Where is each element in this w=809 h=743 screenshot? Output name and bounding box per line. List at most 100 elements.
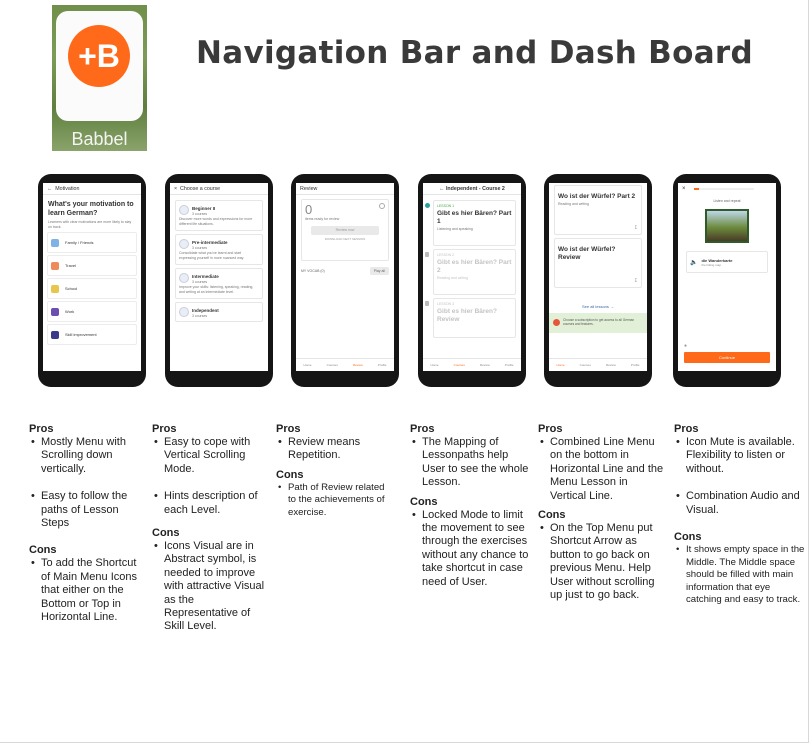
tab-courses[interactable]: Courses	[327, 363, 338, 367]
review-count: 0	[305, 202, 313, 217]
tab-profile[interactable]: Profile	[631, 363, 640, 367]
pros-heading: Pros	[152, 423, 177, 435]
close-icon[interactable]: ×	[682, 186, 686, 192]
pros-heading: Pros	[410, 423, 435, 435]
cons-heading: Cons	[29, 544, 57, 557]
slide: +B Babbel Navigation Bar and Dash Board …	[0, 0, 809, 743]
level-badge-icon	[179, 307, 189, 317]
lesson-title: Wo ist der Würfel? Review	[558, 246, 616, 261]
review-caption: items ready for review	[305, 217, 340, 221]
arrow-right-icon: →	[610, 304, 615, 309]
motivation-heading: What's your motivation to learn German?	[48, 201, 134, 217]
tab-review[interactable]: Review	[606, 363, 616, 367]
play-all-button[interactable]: Play all	[369, 267, 389, 275]
pros-heading: Pros	[29, 423, 54, 435]
motivation-title: Motivation	[55, 186, 80, 192]
bottom-tab-bar: Home Courses Review Profile	[423, 358, 521, 371]
level-badge-icon	[179, 205, 189, 215]
cons-list: To add the Shortcut of Main Menu Icons t…	[29, 557, 139, 624]
cons-list: Path of Review related to the achievemen…	[276, 482, 390, 520]
pros-list: Icon Mute is available. Flexibility to l…	[674, 436, 807, 517]
option-family[interactable]: Family / Friends	[47, 232, 137, 253]
level-name: Intermediate	[192, 274, 219, 279]
pros-list: Mostly Menu with Scrolling down vertical…	[29, 436, 139, 530]
level-card[interactable]: Intermediate 3 courses Improve your skill…	[175, 268, 263, 299]
lesson-sub: Listening and speaking	[437, 226, 473, 231]
promo-illustration-icon	[553, 319, 560, 326]
download-session-link[interactable]: DOWNLOAD NEXT SESSION	[305, 237, 385, 241]
back-arrow-icon[interactable]: ←	[47, 186, 52, 192]
exercise-prompt: Listen and repeat	[713, 199, 741, 203]
bottom-tab-bar: Home Courses Review Profile	[549, 358, 647, 371]
back-arrow-icon[interactable]: ←	[439, 186, 444, 192]
continue-button[interactable]: Continue	[684, 352, 770, 363]
vocabulary-picture	[705, 209, 749, 243]
review-topbar: Review	[296, 183, 394, 195]
lesson-card[interactable]: Wo ist der Würfel? Review ↧	[554, 238, 642, 288]
speaker-mute-icon[interactable]: 🔈	[690, 259, 697, 266]
level-name: Independent	[192, 308, 219, 313]
download-icon[interactable]: ↧	[634, 225, 638, 231]
lesson-sub: Reading and writing	[437, 275, 468, 280]
pros-list: Easy to cope with Vertical Scrolling Mod…	[152, 436, 270, 517]
see-all-lessons-link[interactable]: See all lessons →	[549, 304, 647, 309]
level-card[interactable]: Beginner II 3 courses Discover more words…	[175, 200, 263, 231]
tab-courses[interactable]: Courses	[454, 363, 465, 367]
course-topbar: × Choose a course	[170, 183, 268, 195]
column-motivation: Pros Mostly Menu with Scrolling down ver…	[29, 423, 139, 624]
level-meta: 3 courses	[192, 211, 208, 216]
cons-item: Locked Mode to limit the movement to see…	[410, 509, 530, 589]
level-meta: 3 courses	[192, 279, 208, 284]
microphone-icon[interactable]: ●	[684, 343, 687, 349]
download-icon[interactable]: ↧	[634, 278, 638, 284]
audio-topbar: ×	[678, 183, 776, 195]
dashboard-screen: Wo ist der Würfel? Part 2 Reading and wr…	[549, 183, 647, 371]
tab-review[interactable]: Review	[480, 363, 490, 367]
cons-item: Icons Visual are in Abstract symbol, is …	[152, 540, 270, 634]
tab-review[interactable]: Review	[353, 363, 363, 367]
tab-home[interactable]: Home	[557, 363, 565, 367]
tab-courses[interactable]: Courses	[580, 363, 591, 367]
vocab-word: die Wanderkarte	[701, 257, 733, 263]
lesson-card-locked: LESSON 3 Gibt es hier Bären? Review	[425, 298, 516, 338]
pros-item: Easy to follow the paths of Lesson Steps	[29, 490, 139, 530]
vocab-label: MY VOCAB (0)	[301, 269, 325, 273]
lesson-card[interactable]: Wo ist der Würfel? Part 2 Reading and wr…	[554, 185, 642, 235]
tab-profile[interactable]: Profile	[378, 363, 387, 367]
level-card[interactable]: Pre-intermediate 3 courses Consolidate wh…	[175, 234, 263, 265]
vocab-translation: the hiking map	[701, 262, 721, 267]
review-card: 0 items ready for review Review now DOWN…	[301, 199, 389, 261]
course-title: Choose a course	[180, 186, 221, 192]
level-desc: Improve your skills: listening, speaking…	[179, 285, 254, 294]
babbel-logo: +B Babbel	[52, 5, 147, 151]
phone-lessons: ← Independent - Course 2 LESSON 1 Gibt e…	[418, 174, 526, 387]
slide-title: Navigation Bar and Dash Board	[196, 35, 753, 71]
audio-card[interactable]: 🔈 die Wanderkarte the hiking map	[686, 251, 768, 273]
lesson-title: Wo ist der Würfel? Part 2	[558, 193, 636, 200]
lesson-card[interactable]: LESSON 1 Gibt es hier Bären? Part 1 List…	[425, 200, 516, 246]
cons-heading: Cons	[152, 527, 180, 540]
tab-profile[interactable]: Profile	[505, 363, 514, 367]
pros-item: Mostly Menu with Scrolling down vertical…	[29, 436, 139, 476]
see-all-label: See all lessons	[581, 304, 609, 309]
option-skill[interactable]: Skill improvement	[47, 324, 137, 345]
cons-item: To add the Shortcut of Main Menu Icons t…	[29, 557, 139, 624]
close-icon[interactable]: ×	[174, 186, 177, 192]
settings-icon[interactable]	[379, 203, 385, 209]
level-card[interactable]: Independent 3 courses	[175, 302, 263, 322]
column-dashboard: Pros Combined Line Menu on the bottom in…	[538, 423, 666, 602]
pros-list: Review means Repetition.	[276, 436, 390, 463]
lessons-screen: ← Independent - Course 2 LESSON 1 Gibt e…	[423, 183, 521, 371]
promo-banner[interactable]: Choose a subscription to get access to a…	[549, 313, 647, 333]
option-travel[interactable]: Travel	[47, 255, 137, 276]
lesson-progress-fill	[693, 188, 699, 190]
review-now-button[interactable]: Review now	[311, 225, 379, 235]
pros-list: Combined Line Menu on the bottom in Hori…	[538, 436, 666, 503]
tab-home[interactable]: Home	[304, 363, 312, 367]
pros-item: Combined Line Menu on the bottom in Hori…	[538, 436, 666, 503]
option-work[interactable]: Work	[47, 301, 137, 322]
pros-item: Combination Audio and Visual.	[674, 490, 807, 517]
tab-home[interactable]: Home	[431, 363, 439, 367]
cons-heading: Cons	[538, 509, 566, 522]
option-school[interactable]: School	[47, 278, 137, 299]
